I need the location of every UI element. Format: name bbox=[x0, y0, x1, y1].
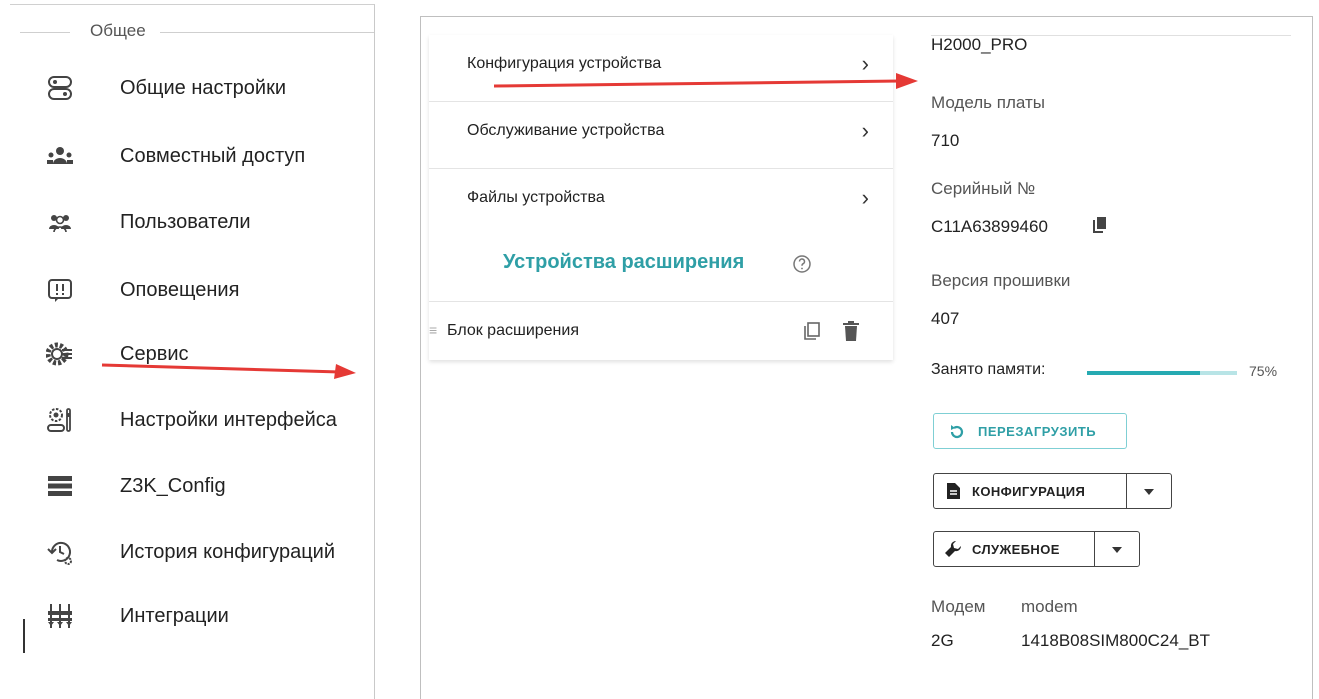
configuration-button-label: КОНФИГУРАЦИЯ bbox=[972, 484, 1086, 499]
memory-progress-fill bbox=[1087, 371, 1200, 375]
config-menu-item-label: Обслуживание устройства bbox=[467, 122, 665, 139]
divider bbox=[20, 32, 70, 33]
toggle-settings-icon bbox=[48, 76, 72, 100]
firmware-value: 407 bbox=[931, 309, 960, 328]
reload-button-label: ПЕРЕЗАГРУЗИТЬ bbox=[978, 424, 1097, 439]
sidebar-item-label: Сервис bbox=[120, 343, 189, 365]
divider bbox=[160, 32, 374, 33]
caret-down-icon bbox=[1144, 489, 1154, 495]
copy-icon[interactable] bbox=[801, 320, 823, 342]
sidebar-item-general-settings[interactable]: Общие настройки bbox=[46, 71, 366, 111]
caret-down-icon bbox=[1112, 547, 1122, 553]
sidebar-group-header: Общее bbox=[10, 21, 375, 41]
configuration-split-button: КОНФИГУРАЦИЯ bbox=[933, 473, 1173, 509]
sidebar-group-title: Общее bbox=[90, 21, 146, 40]
text-cursor bbox=[23, 619, 25, 653]
modem-type: 2G bbox=[931, 631, 954, 650]
configuration-button[interactable]: КОНФИГУРАЦИЯ bbox=[933, 473, 1127, 509]
history-icon bbox=[47, 541, 72, 565]
reload-icon bbox=[950, 425, 964, 439]
chevron-right-icon: › bbox=[861, 118, 869, 143]
modem-version: 1418B08SIM800C24_BT bbox=[1021, 631, 1211, 650]
sidebar-item-z3k-config[interactable]: Z3K_Config bbox=[46, 469, 366, 509]
sidebar-item-label: Z3K_Config bbox=[120, 475, 226, 497]
device-settings-panel: Конфигурация устройства › Обслуживание у… bbox=[420, 16, 1313, 699]
service-button[interactable]: СЛУЖЕБНОЕ bbox=[933, 531, 1095, 567]
shared-access-icon bbox=[47, 147, 73, 164]
server-stack-icon bbox=[48, 476, 72, 496]
help-icon[interactable] bbox=[791, 253, 813, 275]
extensions-title: Устройства расширения bbox=[503, 251, 745, 273]
extension-item-label: Блок расширения bbox=[447, 322, 579, 339]
memory-label: Занято памяти: bbox=[931, 361, 1046, 378]
modem-label: Модем bbox=[931, 597, 986, 616]
sidebar-item-users[interactable]: Пользователи bbox=[46, 205, 366, 245]
config-menu-item-device-configuration[interactable]: Конфигурация устройства › bbox=[429, 35, 893, 102]
sidebar-item-config-history[interactable]: История конфигураций bbox=[46, 535, 366, 575]
users-icon bbox=[49, 215, 71, 233]
notifications-icon bbox=[48, 279, 72, 302]
sidebar-item-integrations[interactable]: Интеграции bbox=[46, 599, 366, 639]
modem-value: modem bbox=[1021, 597, 1078, 616]
sidebar-item-label: Настройки интерфейса bbox=[120, 409, 337, 431]
sidebar-item-label: Совместный доступ bbox=[120, 145, 306, 167]
chevron-right-icon: › bbox=[861, 51, 869, 76]
service-gear-icon bbox=[46, 342, 72, 366]
config-menu-item-label: Файлы устройства bbox=[467, 189, 605, 206]
memory-progress-bar bbox=[1087, 371, 1237, 375]
trash-icon[interactable] bbox=[841, 320, 861, 342]
sidebar-item-label: История конфигураций bbox=[120, 541, 335, 563]
firmware-label: Версия прошивки bbox=[931, 271, 1071, 290]
device-name: H2000_PRO bbox=[931, 35, 1028, 54]
sidebar-item-label: Интеграции bbox=[120, 605, 229, 627]
service-split-button: СЛУЖЕБНОЕ bbox=[933, 531, 1141, 567]
config-menu: Конфигурация устройства › Обслуживание у… bbox=[429, 35, 893, 360]
interface-settings-icon bbox=[47, 408, 71, 432]
drag-handle-icon[interactable]: ≡ bbox=[429, 322, 437, 338]
serial-label: Серийный № bbox=[931, 179, 1036, 198]
sidebar-item-interface-settings[interactable]: Настройки интерфейса bbox=[46, 403, 366, 443]
reload-button[interactable]: ПЕРЕЗАГРУЗИТЬ bbox=[933, 413, 1127, 449]
sidebar-panel: Общее Общие настройки Совместный доступ … bbox=[10, 4, 375, 699]
config-menu-item-label: Конфигурация устройства bbox=[467, 55, 662, 72]
serial-value: C11A63899460 bbox=[931, 217, 1048, 236]
config-menu-item-device-files[interactable]: Файлы устройства › bbox=[429, 169, 893, 235]
service-dropdown-toggle[interactable] bbox=[1094, 531, 1140, 567]
configuration-dropdown-toggle[interactable] bbox=[1126, 473, 1172, 509]
service-button-label: СЛУЖЕБНОЕ bbox=[972, 542, 1060, 557]
extensions-header: Устройства расширения bbox=[429, 235, 893, 301]
integrations-icon bbox=[48, 604, 72, 628]
wrench-icon bbox=[945, 540, 962, 557]
sidebar-item-label: Оповещения bbox=[120, 279, 240, 301]
sidebar-item-label: Пользователи bbox=[120, 211, 251, 233]
board-model-value: 710 bbox=[931, 131, 960, 150]
copy-serial-icon[interactable] bbox=[1091, 215, 1109, 235]
memory-percent: 75% bbox=[1249, 363, 1278, 379]
board-model-label: Модель платы bbox=[931, 93, 1045, 112]
sidebar-item-notifications[interactable]: Оповещения bbox=[46, 273, 366, 313]
config-menu-item-device-maintenance[interactable]: Обслуживание устройства › bbox=[429, 102, 893, 169]
chevron-right-icon: › bbox=[861, 185, 869, 210]
sidebar-item-service[interactable]: Сервис bbox=[46, 337, 366, 377]
extension-item[interactable]: ≡ Блок расширения bbox=[429, 301, 893, 360]
sidebar-item-shared-access[interactable]: Совместный доступ bbox=[46, 139, 366, 179]
sidebar-item-label: Общие настройки bbox=[120, 77, 286, 99]
file-icon bbox=[947, 483, 960, 499]
